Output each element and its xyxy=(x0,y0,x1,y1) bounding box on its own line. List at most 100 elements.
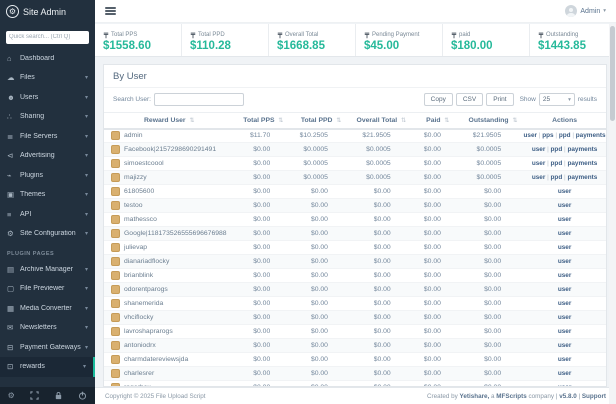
stat-card: Overall Total $1668.85 xyxy=(269,24,356,56)
column-header[interactable]: Overall Total ⇅ xyxy=(350,113,413,129)
user-avatar-icon xyxy=(111,229,120,238)
gear-icon: ⚙ xyxy=(7,229,20,238)
export-button[interactable]: CSV xyxy=(456,93,483,106)
sidebar-item[interactable]: ▢ File Previewer ▾ xyxy=(0,279,95,299)
column-header[interactable]: Actions xyxy=(523,113,606,129)
action-user-link[interactable]: user xyxy=(532,160,546,167)
sidebar-item[interactable]: ⌂ Dashboard xyxy=(0,49,95,69)
chevron-down-icon: ▾ xyxy=(85,266,88,273)
action-user-link[interactable]: user xyxy=(524,132,538,139)
sidebar-item[interactable]: ▣ Themes ▾ xyxy=(0,185,95,205)
file-icon: ▢ xyxy=(7,284,20,293)
actions-cell: user | ppd | payments xyxy=(523,171,606,185)
sidebar-item[interactable]: ≣ File Servers ▾ xyxy=(0,127,95,147)
chevron-down-icon: ▾ xyxy=(603,8,606,14)
action-user-link[interactable]: user xyxy=(558,258,572,265)
user-menu[interactable]: Admin ▾ xyxy=(565,5,606,17)
stat-label: Pending Payment xyxy=(372,32,419,38)
sidebar-item[interactable]: ☁ Files ▾ xyxy=(0,68,95,88)
sidebar-item[interactable]: ☻ Users ▾ xyxy=(0,88,95,108)
overall-total-cell: $0.00 xyxy=(350,311,413,325)
action-ppd-link[interactable]: ppd xyxy=(551,174,563,181)
stat-value: $1558.60 xyxy=(103,40,173,52)
footer: Copyright © 2025 File Upload Script Crea… xyxy=(95,387,616,404)
paid-cell: $0.00 xyxy=(413,325,463,339)
action-pps-link[interactable]: pps xyxy=(542,132,553,139)
paid-cell: $0.00 xyxy=(413,185,463,199)
actions-cell: user xyxy=(523,199,606,213)
actions-cell: user | ppd | payments xyxy=(523,143,606,157)
plugin-pages-header: PLUGIN PAGES xyxy=(0,244,95,260)
sidebar-item[interactable]: ≡ API ▾ xyxy=(0,205,95,225)
column-header[interactable]: Paid ⇅ xyxy=(413,113,463,129)
outstanding-cell: $0.00 xyxy=(463,227,523,241)
scrollbar-thumb[interactable] xyxy=(610,26,615,121)
chevron-down-icon: ▾ xyxy=(83,363,86,370)
total-ppd-cell: $0.00 xyxy=(292,367,350,381)
scrollbar-track[interactable] xyxy=(609,24,616,404)
outstanding-cell: $0.00 xyxy=(463,367,523,381)
quick-search-input[interactable] xyxy=(6,31,89,44)
show-entries-select[interactable]: 25 ▾ xyxy=(539,93,575,106)
column-header[interactable]: Total PPS ⇅ xyxy=(235,113,293,129)
sidebar-item[interactable]: ∴ Sharing ▾ xyxy=(0,107,95,127)
sidebar-item[interactable]: ▦ Media Converter ▾ xyxy=(0,299,95,319)
action-user-link[interactable]: user xyxy=(558,188,572,195)
total-ppd-cell: $0.00 xyxy=(292,199,350,213)
export-button[interactable]: Copy xyxy=(424,93,453,106)
action-ppd-link[interactable]: ppd xyxy=(551,160,563,167)
sidebar-item[interactable]: ⊲ Advertising ▾ xyxy=(0,146,95,166)
paid-cell: $0.00 xyxy=(413,199,463,213)
column-header[interactable]: Total PPD ⇅ xyxy=(292,113,350,129)
power-icon[interactable] xyxy=(78,391,87,400)
action-user-link[interactable]: user xyxy=(558,370,572,377)
action-ppd-link[interactable]: ppd xyxy=(551,146,563,153)
action-payments-link[interactable]: payments xyxy=(567,160,597,167)
sidebar-item[interactable]: ⊡ rewards ▾ xyxy=(0,357,95,377)
action-user-link[interactable]: user xyxy=(558,216,572,223)
action-user-link[interactable]: user xyxy=(558,328,572,335)
stat-card: Outstanding $1443.85 xyxy=(530,24,616,56)
sidebar-item[interactable]: ⊟ Payment Gateways ▾ xyxy=(0,338,95,358)
support-link[interactable]: Support xyxy=(582,393,606,400)
action-user-link[interactable]: user xyxy=(558,286,572,293)
action-user-link[interactable]: user xyxy=(558,244,572,251)
search-user-input[interactable] xyxy=(154,93,244,106)
action-user-link[interactable]: user xyxy=(558,272,572,279)
action-user-link[interactable]: user xyxy=(532,174,546,181)
lock-icon[interactable] xyxy=(54,391,63,400)
action-user-link[interactable]: user xyxy=(558,300,572,307)
sidebar-item[interactable]: ⚙ Site Configuration ▾ xyxy=(0,224,95,244)
version-text: v5.8.0 xyxy=(559,393,577,400)
export-button[interactable]: Print xyxy=(486,93,513,106)
by-user-panel: By User Search User: Copy CSV Print Show… xyxy=(103,64,607,387)
sidebar-item[interactable]: ✉ Newsletters ▾ xyxy=(0,318,95,338)
total-pps-cell: $0.00 xyxy=(235,283,293,297)
table-row: brianblink $0.00 $0.00 $0.00 $0.00 $0.00… xyxy=(104,269,606,283)
sort-icon: ⇅ xyxy=(278,118,283,124)
total-ppd-cell: $0.00 xyxy=(292,283,350,297)
action-user-link[interactable]: user xyxy=(558,202,572,209)
outstanding-cell: $0.00 xyxy=(463,185,523,199)
fullscreen-icon[interactable] xyxy=(30,391,39,400)
mfscripts-link[interactable]: MFScripts xyxy=(496,393,526,400)
action-payments-link[interactable]: payments xyxy=(567,174,597,181)
action-user-link[interactable]: user xyxy=(558,230,572,237)
action-ppd-link[interactable]: ppd xyxy=(559,132,571,139)
action-user-link[interactable]: user xyxy=(558,342,572,349)
sidebar-item[interactable]: ▤ Archive Manager ▾ xyxy=(0,260,95,280)
action-user-link[interactable]: user xyxy=(558,356,572,363)
column-header[interactable]: Outstanding ⇅ xyxy=(463,113,523,129)
server-icon: ≣ xyxy=(7,132,20,141)
sidebar-item[interactable]: ⌁ Plugins ▾ xyxy=(0,166,95,186)
column-header[interactable]: Reward User ⇅ xyxy=(104,113,235,129)
action-payments-link[interactable]: payments xyxy=(567,146,597,153)
stats-row: Total PPS $1558.60 Total PPD $110.28 Ove… xyxy=(95,24,616,57)
rewards-table: Reward User ⇅ Total PPS ⇅ Total PPD xyxy=(104,112,606,387)
action-payments-link[interactable]: payments xyxy=(576,132,606,139)
action-user-link[interactable]: user xyxy=(532,146,546,153)
settings-icon[interactable]: ⚙ xyxy=(8,392,15,400)
menu-toggle-icon[interactable] xyxy=(105,5,116,16)
yetishare-link[interactable]: Yetishare, xyxy=(460,393,490,400)
action-user-link[interactable]: user xyxy=(558,314,572,321)
